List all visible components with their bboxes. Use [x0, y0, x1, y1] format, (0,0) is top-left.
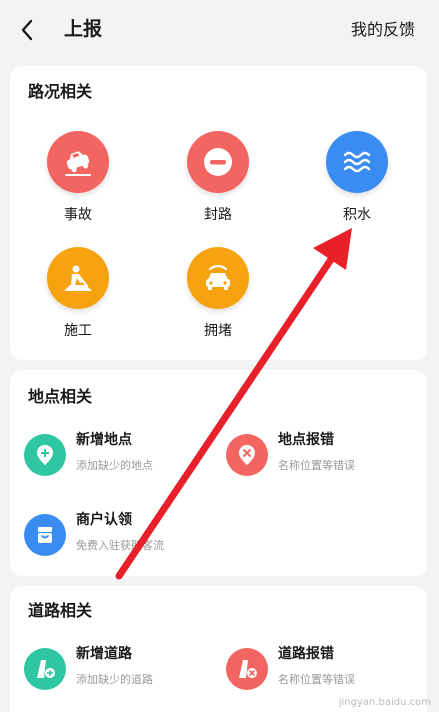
section-title-route: 道路相关: [28, 601, 93, 620]
road-error-button[interactable]: 道路报错 名称位置等错误: [226, 644, 416, 696]
place-error-button[interactable]: 地点报错 名称位置等错误: [226, 430, 416, 482]
road-item-label: 事故: [64, 207, 92, 223]
accident-icon-circle: [47, 131, 109, 193]
list-item-subtitle: 添加缺少的地点: [76, 459, 153, 472]
add-road-button[interactable]: 新增道路 添加缺少的道路: [24, 644, 214, 696]
road-item-label: 拥堵: [204, 323, 232, 339]
watermark-text: jingyan.baidu.com: [338, 697, 431, 708]
add-road-icon-circle: [24, 648, 66, 690]
shop-claim-button[interactable]: 商户认领 免费入驻获取客流: [24, 510, 214, 562]
flooding-icon-circle: [326, 131, 388, 193]
list-item-subtitle: 名称位置等错误: [278, 673, 355, 686]
chevron-left-icon: [21, 19, 33, 41]
route-card: 道路相关 新增道路 添加缺少的道路 道路报错 名称位置等错误: [10, 586, 427, 712]
list-item-title: 新增道路: [76, 646, 132, 662]
my-feedback-link[interactable]: 我的反馈: [351, 16, 415, 44]
road-item-label: 积水: [343, 207, 371, 223]
list-item-title: 道路报错: [278, 646, 334, 662]
place-card: 地点相关 新增地点 添加缺少的地点 地点报错 名称位置等错误 商户认领 免费入驻…: [10, 370, 427, 576]
report-road-closure-button[interactable]: 封路: [168, 131, 268, 225]
list-item-subtitle: 免费入驻获取客流: [76, 539, 164, 552]
report-construction-button[interactable]: 施工: [28, 247, 128, 341]
road-item-label: 施工: [64, 323, 92, 339]
list-item-title: 地点报错: [278, 432, 334, 448]
report-congestion-button[interactable]: 拥堵: [168, 247, 268, 341]
list-item-subtitle: 名称位置等错误: [278, 459, 355, 472]
list-item-subtitle: 添加缺少的道路: [76, 673, 153, 686]
construction-worker-icon: [64, 265, 92, 291]
list-item-title: 新增地点: [76, 432, 132, 448]
no-entry-icon: [204, 148, 232, 176]
add-place-icon-circle: [24, 434, 66, 476]
shop-claim-icon: [38, 527, 52, 543]
road-conditions-card: 路况相关 事故 封路 积水 施工 拥堵: [10, 66, 427, 360]
shop-claim-icon-circle: [24, 514, 66, 556]
report-accident-button[interactable]: 事故: [28, 131, 128, 225]
section-title-place: 地点相关: [28, 387, 93, 406]
traffic-jam-car-icon: [206, 264, 230, 290]
back-button[interactable]: [14, 16, 40, 44]
road-error-icon-circle: [226, 648, 268, 690]
section-title-road: 路况相关: [28, 82, 93, 101]
congestion-icon-circle: [187, 247, 249, 309]
road-error-icon: [239, 660, 257, 678]
list-item-title: 商户认领: [76, 512, 132, 528]
top-bar: 上报 我的反馈: [0, 0, 439, 60]
accident-car-icon: [65, 151, 91, 176]
add-place-button[interactable]: 新增地点 添加缺少的地点: [24, 430, 214, 482]
water-waves-icon: [343, 151, 371, 173]
report-flooding-button[interactable]: 积水: [307, 131, 407, 225]
add-road-icon: [37, 660, 55, 678]
road-item-label: 封路: [204, 207, 232, 223]
closure-icon-circle: [187, 131, 249, 193]
place-error-icon-circle: [226, 434, 268, 476]
page-title: 上报: [64, 18, 103, 40]
construction-icon-circle: [47, 247, 109, 309]
add-place-icon: [37, 445, 53, 465]
place-error-icon: [239, 445, 255, 465]
